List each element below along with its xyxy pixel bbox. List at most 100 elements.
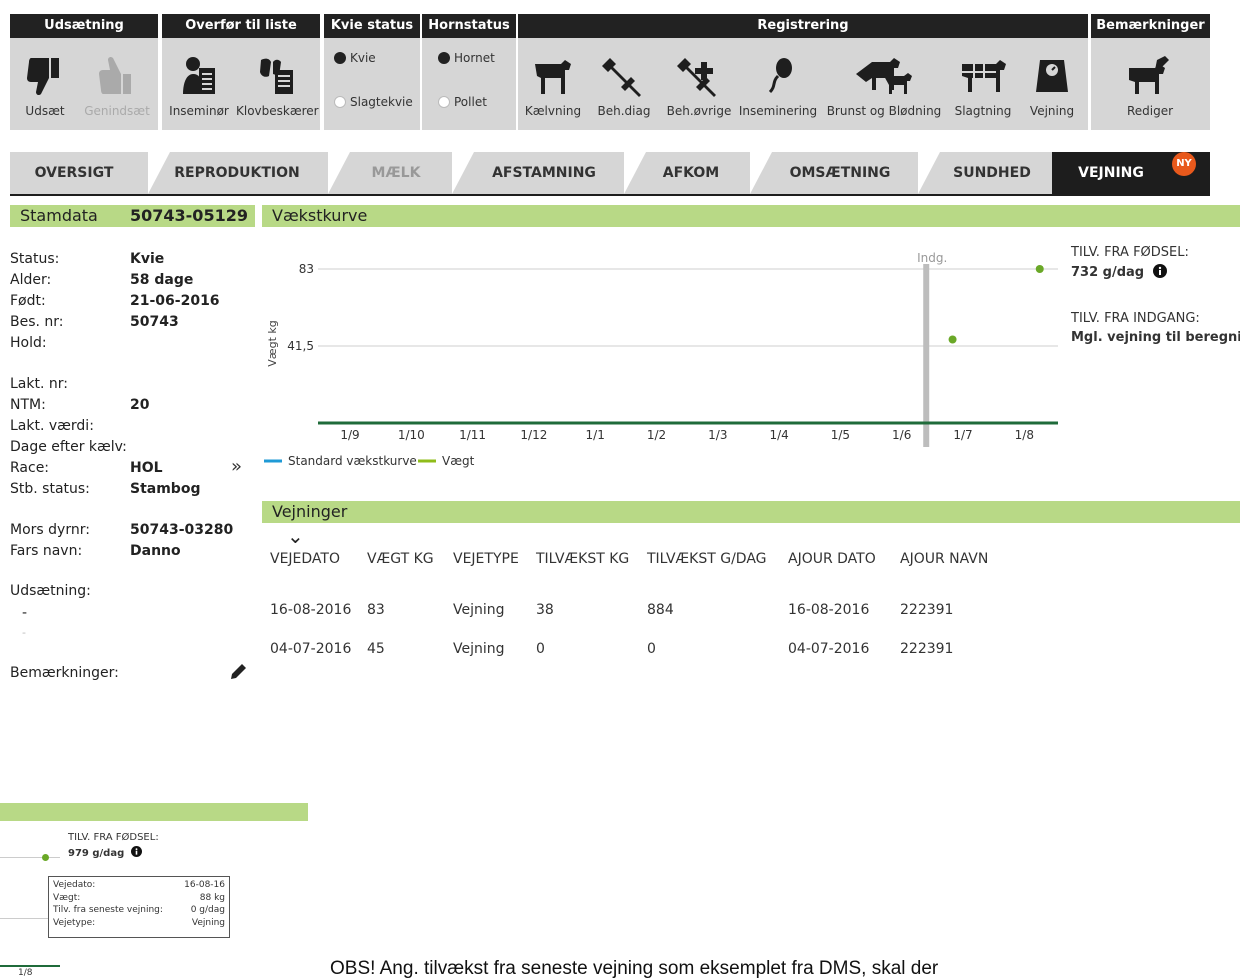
tab-oversigt[interactable]: OVERSIGT (10, 152, 138, 194)
x-tick-label: 1/4 (769, 428, 788, 442)
sperm-icon (768, 58, 792, 94)
inset-line-1 (0, 857, 60, 858)
tooltip-value: 0 g/dag (190, 905, 225, 915)
x-tick-label: 1/1 (586, 428, 605, 442)
status-label: Status: (10, 251, 60, 267)
brunst-label: Brunst og Blødning (826, 104, 942, 118)
tooltip-label: Vejedato: (53, 880, 96, 890)
info-icon[interactable] (1152, 264, 1167, 278)
inset-tilv-label: TILV. FRA FØDSEL: (68, 832, 159, 843)
x-tick-label: 1/8 (1015, 428, 1034, 442)
kvie-radio[interactable]: Kvie (334, 51, 376, 65)
cow-edit-icon (1129, 56, 1169, 94)
animal-id: 50743-05129 (130, 206, 248, 225)
pollet-radio[interactable]: Pollet (438, 95, 487, 109)
syringe-icon (602, 58, 641, 97)
growth-chart: 83 41,5 Vægt kg Indg. 1/9 1/10 1/11 1/12 1/1 1/2 1… (264, 251, 1058, 468)
hornet-radio-label: Hornet (454, 51, 495, 65)
tab-bar: OVERSIGT REPRODUKTION MÆLK AFSTAMNING AF… (10, 152, 1210, 196)
slagtning-button[interactable]: Slagtning (948, 54, 1018, 118)
group-header: Hornstatus (422, 14, 516, 38)
col-tilvaekst-g-dag[interactable]: TILVÆKST G/DAG (647, 551, 767, 567)
col-vaegt-kg[interactable]: VÆGT KG (367, 551, 434, 567)
kaelvning-button[interactable]: Kælvning (522, 54, 584, 118)
hold-label: Hold: (10, 335, 47, 351)
inset-axis (0, 965, 60, 967)
fars-navn-label: Fars navn: (10, 543, 83, 559)
foedt-value: 21-06-2016 (130, 293, 220, 309)
slagtekvie-radio[interactable]: Slagtekvie (334, 95, 413, 109)
beh-oevrige-button[interactable]: Beh.øvrige (662, 54, 736, 118)
col-ajour-dato[interactable]: AJOUR DATO (788, 551, 876, 567)
tab-afkom[interactable]: AFKOM (636, 152, 746, 194)
x-tick-label: 1/3 (708, 428, 727, 442)
pencil-icon[interactable] (230, 662, 248, 680)
udsaetning-value-2: - (22, 626, 26, 639)
person-list-icon (183, 57, 215, 94)
tooltip-label: Tilv. fra seneste vejning: (53, 905, 163, 915)
slagtning-label: Slagtning (954, 104, 1012, 118)
col-vejetype[interactable]: VEJETYPE (453, 551, 519, 567)
cell-tilvaekst-kg: 38 (536, 602, 554, 618)
tab-omsaetning[interactable]: OMSÆTNING (762, 152, 918, 194)
cell-ajour-navn: 222391 (900, 602, 954, 618)
inset-green-bar (0, 803, 308, 821)
sort-chevron-icon[interactable]: ⌄ (287, 526, 304, 546)
radio-unselected-icon (438, 96, 450, 108)
col-vejedato[interactable]: VEJEDATO (270, 551, 340, 567)
genindsaet-button[interactable]: Genindsæt (80, 54, 154, 118)
rediger-button[interactable]: Rediger (1100, 54, 1200, 118)
tab-sundhed[interactable]: SUNDHED (930, 152, 1054, 194)
group-header: Bemærkninger (1091, 14, 1210, 38)
indgang-marker (923, 264, 930, 447)
tooltip-value: 88 kg (199, 892, 225, 903)
vejning-button[interactable]: Vejning (1022, 54, 1082, 118)
tilv-indgang-label: TILV. FRA INDGANG: (1071, 311, 1200, 326)
udsaet-button[interactable]: Udsæt (14, 54, 76, 118)
expand-button[interactable]: » (231, 456, 242, 477)
tab-afstamning[interactable]: AFSTAMNING (464, 152, 624, 194)
tab-label: AFSTAMNING (492, 165, 596, 181)
col-tilvaekst-kg[interactable]: TILVÆKST KG (536, 551, 629, 567)
x-tick-label: 1/2 (647, 428, 666, 442)
toolbar-group-hornstatus: Hornstatus (422, 14, 516, 130)
tab-label: SUNDHED (953, 165, 1031, 181)
cell-tilvaekst-g-dag: 884 (647, 602, 674, 618)
tab-label: MÆLK (371, 165, 421, 181)
tilv-foedsel-label: TILV. FRA FØDSEL: (1071, 245, 1189, 260)
col-ajour-navn[interactable]: AJOUR NAVN (900, 551, 988, 567)
hornet-radio[interactable]: Hornet (438, 51, 495, 65)
tab-maelk[interactable]: MÆLK (340, 152, 452, 194)
inset-tick-label: 1/8 (18, 968, 33, 978)
brunst-button[interactable]: Brunst og Blødning (824, 54, 944, 118)
cell-tilvaekst-kg: 0 (536, 641, 545, 657)
thumbs-down-icon (27, 58, 59, 96)
beh-diag-button[interactable]: Beh.diag (594, 54, 654, 118)
alder-label: Alder: (10, 272, 52, 288)
cell-tilvaekst-g-dag: 0 (647, 641, 656, 657)
inset-tilv-value: 979 g/dag (68, 846, 142, 859)
x-tick-label: 1/12 (520, 428, 547, 442)
inset-tilv-text: 979 g/dag (68, 848, 125, 859)
group-header: Udsætning (10, 14, 158, 38)
cell-vejedato: 04-07-2016 (270, 641, 352, 657)
inseminering-button[interactable]: Inseminering (738, 54, 818, 118)
mors-dyrnr-label: Mors dyrnr: (10, 522, 90, 538)
fars-navn-value: Danno (130, 543, 181, 559)
klovbeskaerer-label: Klovbeskærer (236, 104, 319, 118)
tab-reproduktion[interactable]: REPRODUKTION (160, 152, 314, 194)
inseminoer-button[interactable]: Inseminør (164, 54, 234, 118)
vejninger-header: Vejninger (262, 501, 1240, 523)
calving-icon (535, 60, 571, 94)
tooltip-value: Vejning (191, 917, 225, 928)
y-tick-label: 83 (299, 262, 314, 276)
ntm-label: NTM: (10, 397, 46, 413)
vaekstkurve-header: Vækstkurve (262, 205, 1240, 227)
note-text: OBS! Ang. tilvækst fra seneste vejning s… (330, 958, 939, 979)
kvie-radio-label: Kvie (350, 51, 376, 65)
info-icon (130, 846, 142, 857)
legend-label-standard: Standard vækstkurve (288, 454, 417, 468)
klovbeskaerer-button[interactable]: Klovbeskærer (236, 54, 319, 118)
x-tick-label: 1/7 (953, 428, 972, 442)
kaelvning-label: Kælvning (524, 104, 582, 118)
